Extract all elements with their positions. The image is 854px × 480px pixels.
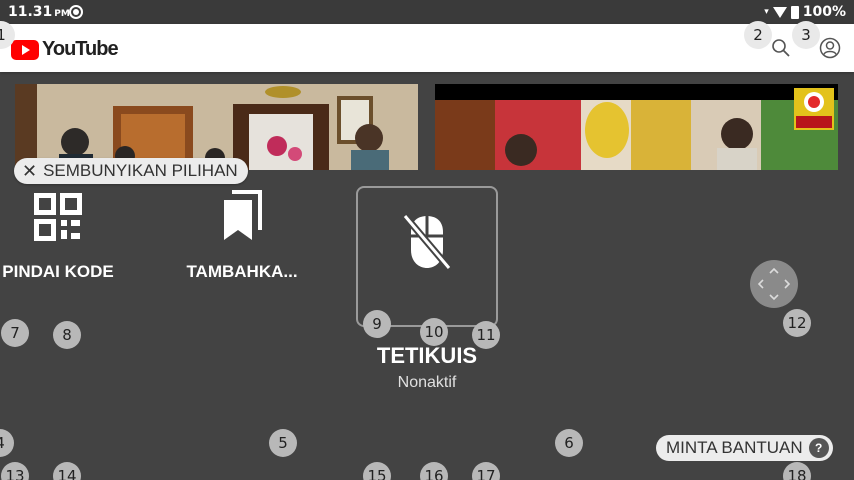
hint-marker-5[interactable]: 5 bbox=[269, 429, 297, 457]
notification-icon bbox=[69, 5, 83, 19]
account-icon[interactable] bbox=[819, 37, 841, 59]
add-bookmark-label: TAMBAHKA... bbox=[186, 262, 298, 281]
close-icon: ✕ bbox=[22, 161, 38, 181]
screen: 11.31 PM ▾ 100% YouTube ✕ SEMBUNYIKAN PI… bbox=[0, 0, 854, 480]
battery-level: 100% bbox=[802, 4, 846, 20]
scan-code-label: PINDAI KODE bbox=[2, 262, 114, 281]
get-help-label: MINTA BANTUAN bbox=[666, 438, 803, 457]
help-icon: ? bbox=[808, 438, 829, 458]
mouse-tile[interactable] bbox=[356, 186, 498, 327]
youtube-play-icon bbox=[11, 39, 39, 60]
status-bar: 11.31 PM ▾ 100% bbox=[0, 0, 854, 24]
status-time: 11.31 PM bbox=[8, 4, 70, 20]
search-icon[interactable] bbox=[771, 38, 791, 58]
hint-marker-7[interactable]: 7 bbox=[1, 319, 29, 347]
hint-marker-12[interactable]: 12 bbox=[783, 309, 811, 337]
status-indicators: ▾ 100% bbox=[764, 4, 846, 20]
qr-code-icon bbox=[34, 193, 82, 241]
status-time-ampm: PM bbox=[54, 9, 70, 19]
mouse-label: TETIKUIS bbox=[376, 343, 478, 368]
status-time-value: 11.31 bbox=[8, 4, 53, 20]
add-bookmark-tile[interactable]: TAMBAHKA... bbox=[182, 188, 302, 282]
hint-marker-3[interactable]: 3 bbox=[792, 21, 820, 49]
bookmark-icon bbox=[224, 190, 262, 240]
video-thumbnail-2[interactable] bbox=[435, 84, 838, 170]
youtube-logo-text: YouTube bbox=[42, 38, 119, 60]
hide-options-label: SEMBUNYIKAN PILIHAN bbox=[43, 161, 238, 180]
wifi-icon bbox=[772, 6, 787, 18]
dpad-control[interactable] bbox=[750, 260, 798, 308]
hint-marker-9[interactable]: 9 bbox=[363, 310, 391, 338]
hint-marker-2[interactable]: 2 bbox=[744, 21, 772, 49]
dpad-arrows-icon bbox=[757, 267, 791, 301]
signal-icon: ▾ bbox=[764, 7, 769, 17]
youtube-logo[interactable]: YouTube bbox=[11, 38, 119, 61]
hint-marker-10[interactable]: 10 bbox=[420, 318, 448, 346]
battery-icon bbox=[790, 5, 799, 19]
hint-marker-8[interactable]: 8 bbox=[53, 321, 81, 349]
hint-marker-6[interactable]: 6 bbox=[555, 429, 583, 457]
thumbnail-image-2 bbox=[435, 84, 838, 170]
get-help-button[interactable]: MINTA BANTUAN ? bbox=[656, 435, 833, 461]
hide-options-button[interactable]: ✕ SEMBUNYIKAN PILIHAN bbox=[14, 158, 248, 184]
hint-marker-11[interactable]: 11 bbox=[472, 321, 500, 349]
mouse-off-icon bbox=[403, 213, 451, 271]
app-bar: YouTube bbox=[0, 24, 854, 72]
mouse-status: Nonaktif bbox=[397, 374, 457, 391]
scan-code-tile[interactable]: PINDAI KODE bbox=[0, 188, 116, 282]
